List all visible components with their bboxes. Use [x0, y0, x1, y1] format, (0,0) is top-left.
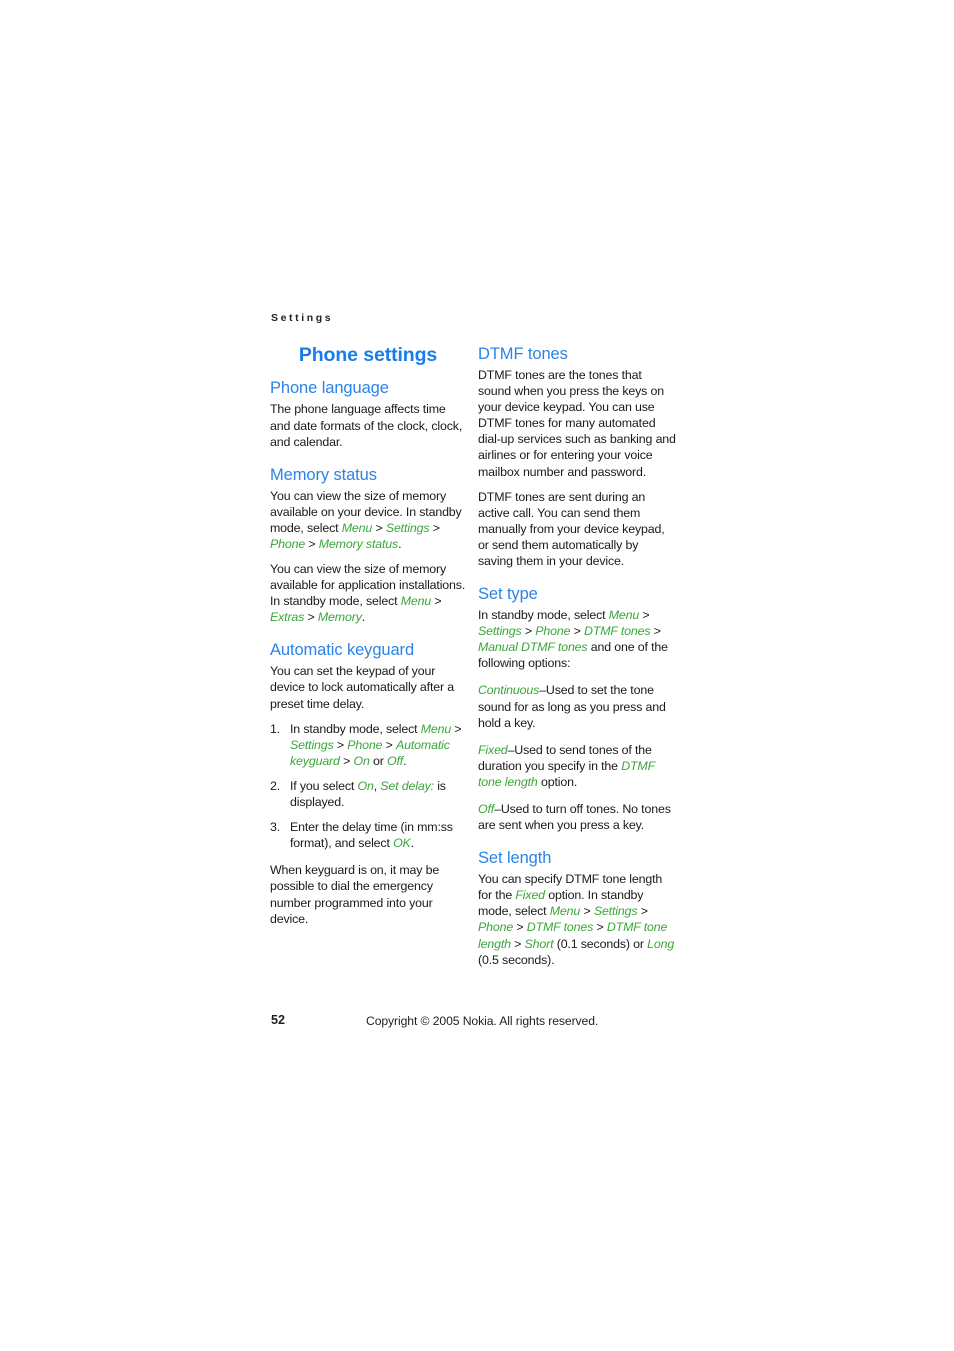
paragraph-set-type-intro: In standby mode, select Menu > Settings …	[478, 607, 676, 671]
menu-separator: >	[372, 520, 386, 535]
menu-separator: >	[593, 920, 607, 935]
section-heading-set-type: Set type	[478, 585, 538, 604]
page-number: 52	[271, 1013, 286, 1027]
menu-ref-fixed: Fixed	[515, 888, 545, 903]
paragraph-memory-status-device: You can view the size of memory availabl…	[270, 488, 466, 552]
paragraph-dtmf-tones-sending: DTMF tones are sent during an active cal…	[478, 489, 665, 568]
menu-ref-menu: Menu	[341, 520, 373, 535]
text-lead: Enter the delay time (in mm:ss format), …	[290, 820, 453, 851]
paragraph-memory-status-applications: You can view the size of memory availabl…	[270, 561, 466, 625]
section-heading-phone-language: Phone language	[270, 379, 389, 398]
menu-separator: >	[339, 753, 354, 768]
menu-ref-dtmf-tones: DTMF tones	[526, 920, 594, 935]
text-mid: or	[369, 753, 387, 768]
page-title: Phone settings	[298, 344, 438, 366]
menu-ref-fixed: Fixed	[478, 742, 508, 757]
menu-ref-memory: Memory	[317, 610, 362, 625]
menu-ref-on: On	[353, 753, 370, 768]
menu-ref-extras: Extras	[270, 610, 305, 625]
menu-separator: >	[304, 610, 318, 625]
menu-separator: >	[305, 536, 319, 551]
automatic-keyguard-steps: In standby mode, select Menu > Settings …	[270, 721, 466, 852]
paragraph-set-length: You can specify DTMF tone length for the…	[478, 871, 676, 968]
menu-ref-menu: Menu	[608, 608, 640, 623]
paragraph-dtmf-tones-overview: DTMF tones are the tones that sound when…	[478, 367, 676, 479]
menu-separator: >	[382, 737, 397, 752]
text-tail: (0.5 seconds).	[478, 952, 555, 967]
menu-ref-phone: Phone	[535, 624, 571, 639]
menu-ref-phone: Phone	[270, 536, 306, 551]
paragraph-option-off: Off–Used to turn off tones. No tones are…	[478, 801, 676, 833]
menu-separator: >	[650, 624, 661, 639]
menu-separator: >	[451, 721, 462, 736]
menu-separator: >	[333, 737, 348, 752]
copyright-notice: Copyright © 2005 Nokia. All rights reser…	[366, 1014, 599, 1028]
list-item: In standby mode, select Menu > Settings …	[270, 721, 466, 769]
menu-ref-on: On	[357, 778, 374, 793]
paragraph-option-fixed: Fixed–Used to send tones of the duration…	[478, 742, 676, 790]
menu-separator: >	[510, 936, 525, 951]
text-lead: If you select	[290, 778, 358, 793]
text-lead: In standby mode, select	[290, 721, 421, 736]
menu-ref-set-delay: Set delay:	[380, 778, 434, 793]
menu-separator: >	[570, 624, 585, 639]
menu-ref-menu: Menu	[400, 594, 432, 609]
list-item: If you select On, Set delay: is displaye…	[270, 778, 466, 810]
menu-ref-short: Short	[524, 936, 554, 951]
manual-page: Settings Phone settings Phone language T…	[0, 0, 954, 1351]
menu-ref-ok: OK	[393, 836, 411, 851]
menu-ref-phone: Phone	[347, 737, 383, 752]
menu-ref-manual-dtmf-tones: Manual DTMF tones	[478, 640, 588, 655]
paragraph-option-continuous: Continuous–Used to set the tone sound fo…	[478, 682, 676, 730]
menu-separator: >	[513, 920, 527, 935]
menu-separator: >	[431, 594, 442, 609]
section-heading-automatic-keyguard: Automatic keyguard	[270, 641, 415, 660]
left-column: Phone settings Phone language The phone …	[270, 344, 466, 927]
text-tail: .	[361, 610, 366, 625]
text-tail: –Used to turn off tones. No tones are se…	[478, 802, 671, 833]
text-tail: .	[410, 836, 414, 851]
menu-ref-memory-status: Memory status	[318, 536, 399, 551]
menu-separator: >	[521, 624, 536, 639]
menu-ref-settings: Settings	[478, 624, 522, 639]
paragraph-automatic-keyguard-intro: You can set the keypad of your device to…	[270, 664, 454, 711]
menu-separator: >	[639, 608, 650, 623]
menu-separator: >	[429, 520, 440, 535]
list-item: Enter the delay time (in mm:ss format), …	[270, 819, 466, 851]
menu-ref-off: Off	[478, 802, 495, 816]
menu-ref-continuous: Continuous	[478, 683, 540, 698]
text-mid: (0.1 seconds) or	[553, 936, 648, 951]
menu-ref-settings: Settings	[385, 520, 430, 535]
running-header: Settings	[271, 312, 334, 324]
section-heading-set-length: Set length	[478, 849, 552, 868]
menu-separator: >	[637, 904, 648, 919]
menu-ref-phone: Phone	[478, 920, 514, 935]
text-tail: option.	[537, 774, 578, 789]
paragraph-phone-language: The phone language affects time and date…	[270, 402, 463, 449]
section-heading-memory-status: Memory status	[270, 465, 377, 484]
menu-ref-off: Off	[387, 753, 404, 768]
text-tail: .	[403, 753, 407, 768]
menu-ref-dtmf-tones: DTMF tones	[584, 624, 651, 639]
menu-ref-menu: Menu	[420, 721, 452, 736]
menu-ref-long: Long	[647, 936, 675, 951]
menu-ref-settings: Settings	[290, 737, 334, 752]
right-column: DTMF tones DTMF tones are the tones that…	[478, 345, 676, 968]
text-tail: .	[398, 536, 402, 551]
text-lead: In standby mode, select	[478, 608, 609, 623]
menu-ref-settings: Settings	[593, 904, 638, 919]
menu-ref-menu: Menu	[549, 904, 581, 919]
section-heading-dtmf-tones: DTMF tones	[478, 345, 568, 363]
paragraph-keyguard-emergency-note: When keyguard is on, it may be possible …	[270, 863, 440, 926]
menu-separator: >	[580, 904, 594, 919]
